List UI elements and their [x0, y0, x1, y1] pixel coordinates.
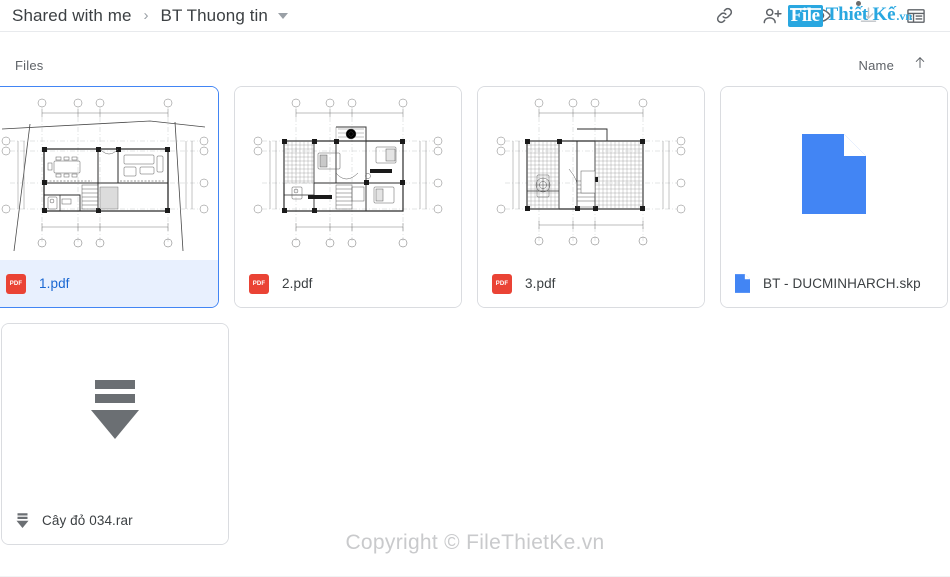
file-name-label: BT - DUCMINHARCH.skp: [763, 276, 921, 291]
list-view-icon[interactable]: [892, 1, 940, 31]
archive-icon: [16, 512, 29, 528]
breadcrumb: Shared with me › BT Thuong tin: [12, 6, 288, 26]
add-person-icon[interactable]: [748, 1, 796, 31]
files-grid: PDF 1.pdf PDF 2.pdf PDF 3.pdf BT - DUCMI…: [0, 86, 950, 545]
file-card-footer: BT - DUCMINHARCH.skp: [721, 260, 947, 307]
topbar-actions: [700, 1, 940, 31]
floor-plan-drawing-icon: [253, 98, 443, 248]
pdf-file-icon: PDF: [249, 273, 269, 294]
generic-document-icon: [735, 274, 750, 293]
file-card-skp[interactable]: BT - DUCMINHARCH.skp: [720, 86, 948, 308]
file-card-footer: Cây đỏ 034.rar: [2, 497, 228, 544]
file-card-footer: PDF 1.pdf: [0, 260, 218, 307]
file-card-2-pdf[interactable]: PDF 2.pdf: [234, 86, 462, 308]
file-name-label: 1.pdf: [39, 276, 70, 291]
breadcrumb-separator-icon: ›: [143, 7, 149, 24]
file-thumbnail: [721, 87, 947, 260]
pdf-badge-label: PDF: [495, 280, 509, 287]
files-section-header: Files Name: [0, 44, 950, 86]
file-card-footer: PDF 2.pdf: [235, 260, 461, 307]
file-card-rar[interactable]: Cây đỏ 034.rar: [1, 323, 229, 545]
link-icon[interactable]: [700, 1, 748, 31]
archive-icon: [91, 379, 139, 439]
pdf-file-icon: PDF: [492, 273, 512, 294]
sort-control[interactable]: Name: [859, 54, 928, 76]
chevron-down-icon[interactable]: [277, 12, 288, 19]
file-thumbnail: [2, 324, 228, 497]
download-icon[interactable]: [844, 1, 892, 31]
file-card-footer: PDF 3.pdf: [478, 260, 704, 307]
floor-plan-drawing-icon: [1, 98, 209, 252]
generic-document-icon: [802, 133, 866, 214]
file-name-label: 2.pdf: [282, 276, 313, 291]
file-thumbnail: [478, 87, 704, 260]
pdf-file-icon: PDF: [6, 273, 26, 294]
top-bar: Shared with me › BT Thuong tin: [0, 0, 950, 32]
breadcrumb-current[interactable]: BT Thuong tin: [161, 6, 268, 26]
pdf-badge-label: PDF: [252, 280, 266, 287]
sort-field-label: Name: [858, 57, 894, 73]
file-name-label: 3.pdf: [525, 276, 556, 291]
file-name-label: Cây đỏ 034.rar: [42, 513, 133, 528]
file-thumbnail: [235, 87, 461, 260]
file-card-3-pdf[interactable]: PDF 3.pdf: [477, 86, 705, 308]
floor-plan-drawing-icon: [496, 98, 686, 246]
breadcrumb-root[interactable]: Shared with me: [12, 6, 132, 26]
pdf-badge-label: PDF: [9, 280, 23, 287]
files-title: Files: [15, 57, 44, 73]
eye-icon[interactable]: [796, 1, 844, 31]
file-card-1-pdf[interactable]: PDF 1.pdf: [0, 86, 219, 308]
file-thumbnail: [0, 87, 218, 260]
arrow-up-icon[interactable]: [912, 54, 928, 76]
topbar-divider: [0, 31, 950, 32]
